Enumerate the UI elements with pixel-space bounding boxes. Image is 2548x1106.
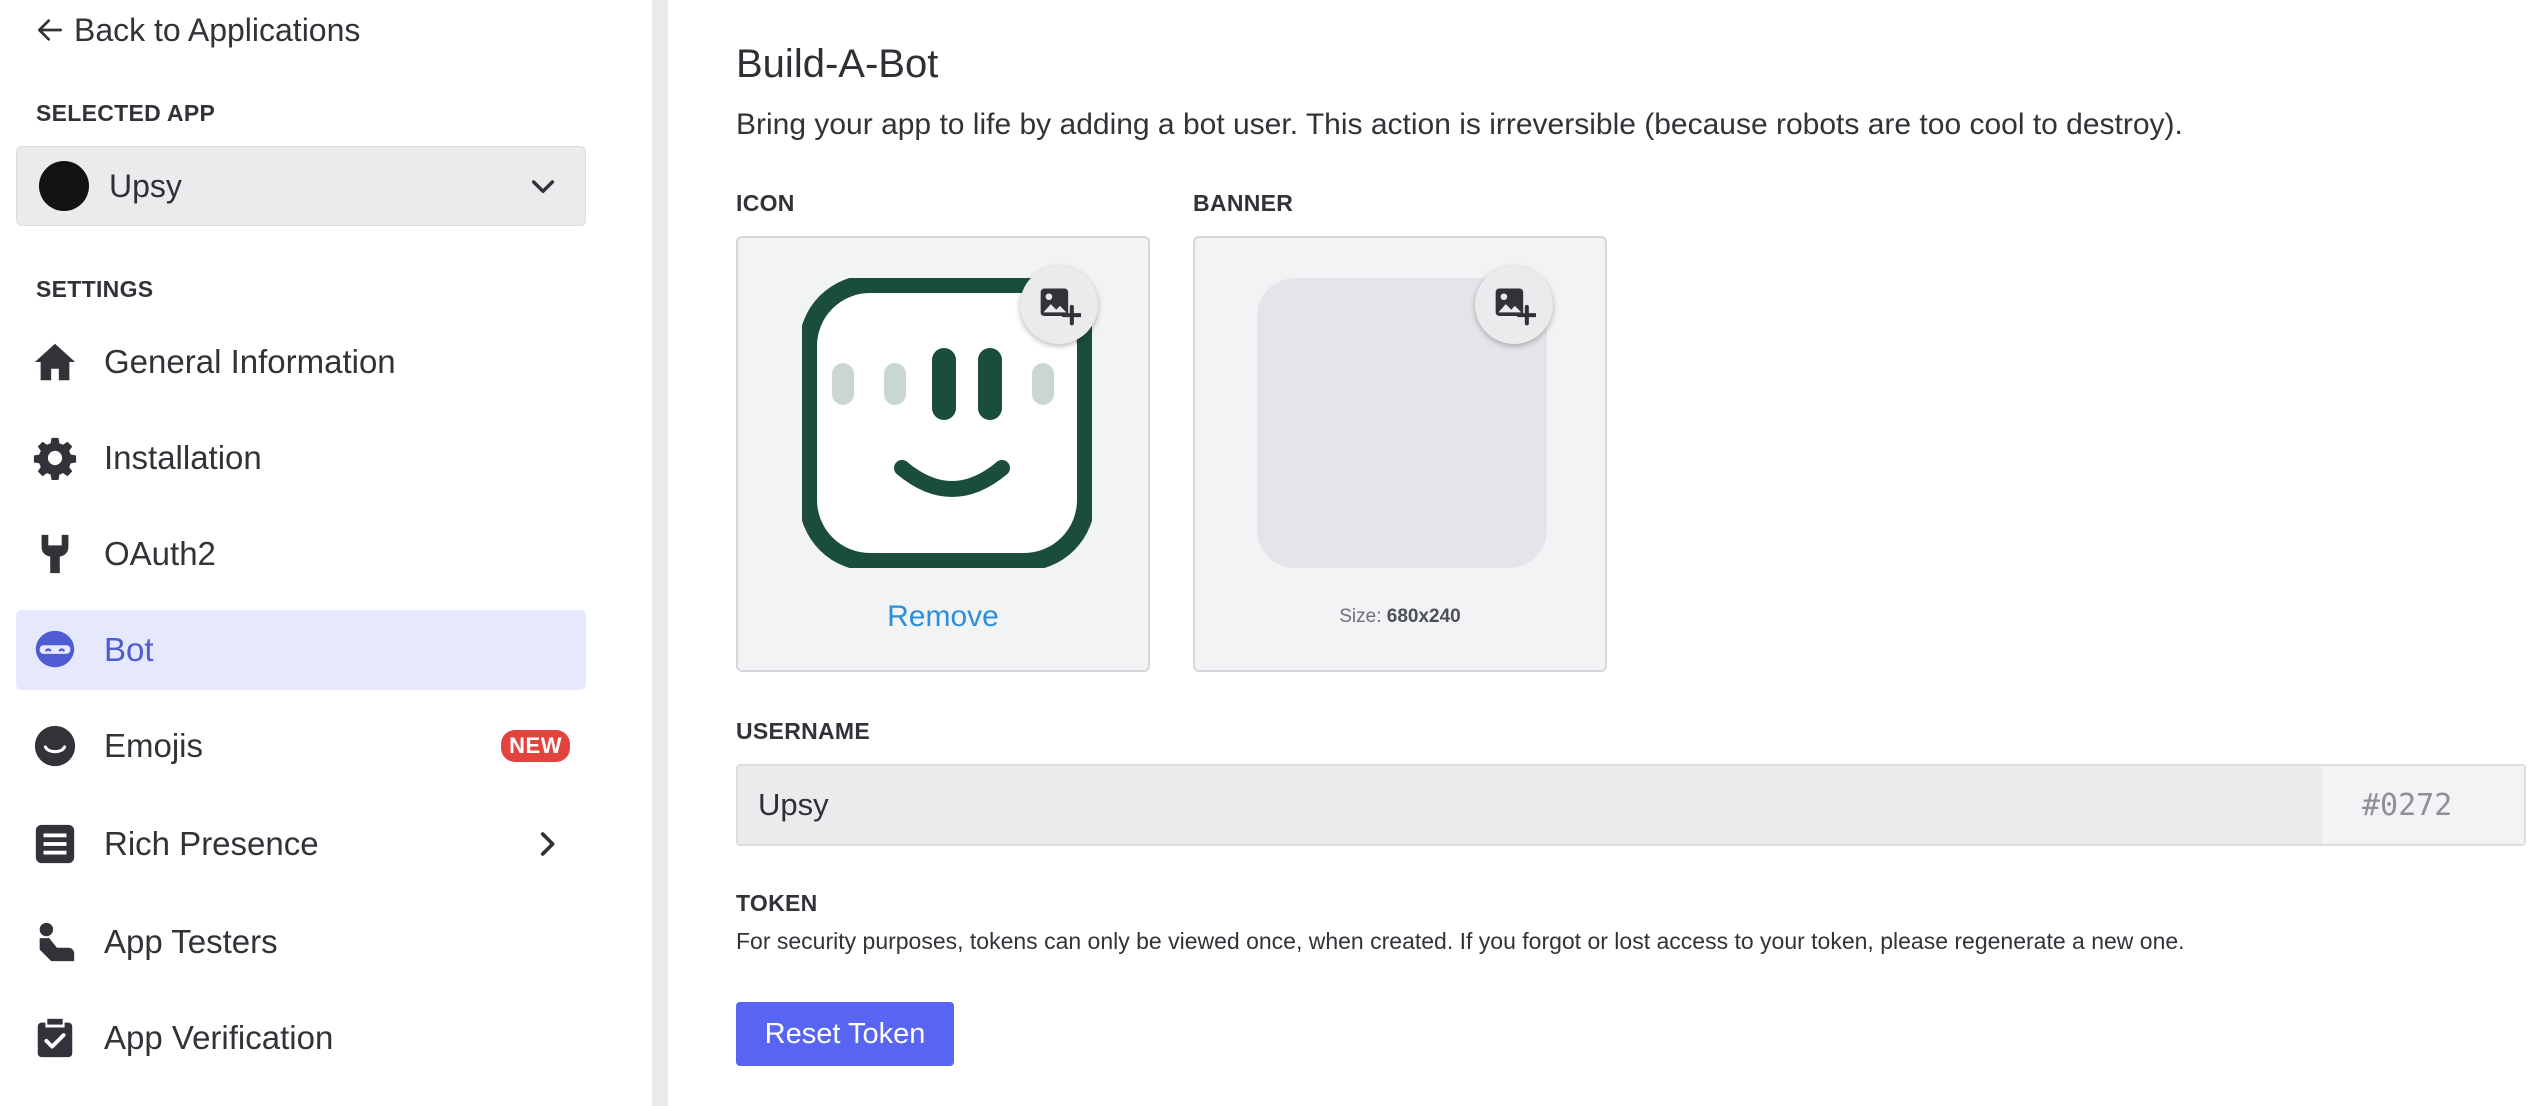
selected-app-heading: SELECTED APP (36, 100, 216, 126)
username-field: #0272 (736, 764, 2526, 846)
sidebar-item-label: General Information (104, 343, 396, 380)
discriminator: #0272 (2322, 766, 2524, 844)
chevron-down-icon (531, 180, 555, 194)
sidebar-item-label: Installation (104, 439, 262, 476)
sidebar-item-label: Rich Presence (104, 825, 319, 862)
chevron-right-icon (540, 832, 555, 856)
new-badge: NEW (501, 730, 570, 762)
sidebar-item-bot[interactable]: Bot (16, 610, 586, 690)
app-avatar (39, 161, 89, 211)
sidebar: Back to Applications SELECTED APP Upsy S… (0, 0, 650, 1106)
image-add-icon (1040, 288, 1081, 326)
banner-size-prefix: Size: (1339, 606, 1387, 627)
banner-size-value: 680x240 (1386, 606, 1461, 627)
sidebar-item-label: Bot (104, 631, 154, 668)
sidebar-item-app-testers[interactable]: App Testers (16, 902, 586, 982)
app-selector-value: Upsy (109, 167, 182, 204)
banner-label: BANNER (1193, 190, 1294, 216)
sidebar-item-label: App Verification (104, 1019, 334, 1056)
sidebar-item-oauth2[interactable]: OAuth2 (16, 514, 586, 594)
upload-icon-button[interactable] (1020, 266, 1098, 344)
username-label: USERNAME (736, 718, 871, 744)
arrow-left-icon (38, 19, 62, 41)
wrench-icon (32, 531, 78, 577)
username-input[interactable] (738, 766, 2322, 844)
banner-upload-card[interactable]: Size: 680x240 (1193, 236, 1607, 672)
clipboard-check-icon (32, 1015, 78, 1061)
gear-icon (32, 435, 78, 481)
reset-token-button[interactable]: Reset Token (736, 1002, 954, 1066)
sidebar-item-general-information[interactable]: General Information (16, 322, 586, 402)
image-add-icon (1495, 288, 1536, 326)
sidebar-item-label: Emojis (104, 727, 204, 764)
back-to-applications-link[interactable]: Back to Applications (34, 10, 360, 50)
page-title: Build-A-Bot (736, 42, 939, 86)
list-icon (32, 821, 78, 867)
token-description: For security purposes, tokens can only b… (736, 928, 2185, 954)
sidebar-item-rich-presence[interactable]: Rich Presence (16, 804, 586, 884)
banner-size-hint: Size: 680x240 (1195, 606, 1605, 628)
bot-icon (32, 627, 78, 673)
sidebar-item-emojis[interactable]: Emojis NEW (16, 706, 586, 786)
sidebar-item-label: OAuth2 (104, 535, 216, 572)
remove-icon-link[interactable]: Remove (738, 600, 1148, 634)
icon-label: ICON (736, 190, 795, 216)
emoji-icon (32, 723, 78, 769)
sidebar-item-installation[interactable]: Installation (16, 418, 586, 498)
sidebar-item-app-verification[interactable]: App Verification (16, 998, 586, 1078)
page-description: Bring your app to life by adding a bot u… (736, 108, 2183, 141)
main-content: Build-A-Bot Bring your app to life by ad… (668, 0, 2548, 1106)
app-selector-dropdown[interactable]: Upsy (16, 146, 586, 226)
upload-banner-button[interactable] (1475, 266, 1553, 344)
icon-upload-card[interactable]: Remove (736, 236, 1150, 672)
sidebar-scrollbar[interactable] (652, 0, 668, 1106)
home-icon (32, 339, 78, 385)
sidebar-item-label: App Testers (104, 923, 278, 960)
token-label: TOKEN (736, 890, 818, 916)
settings-heading: SETTINGS (36, 276, 154, 302)
back-link-label: Back to Applications (74, 11, 361, 48)
tester-icon (32, 919, 78, 965)
